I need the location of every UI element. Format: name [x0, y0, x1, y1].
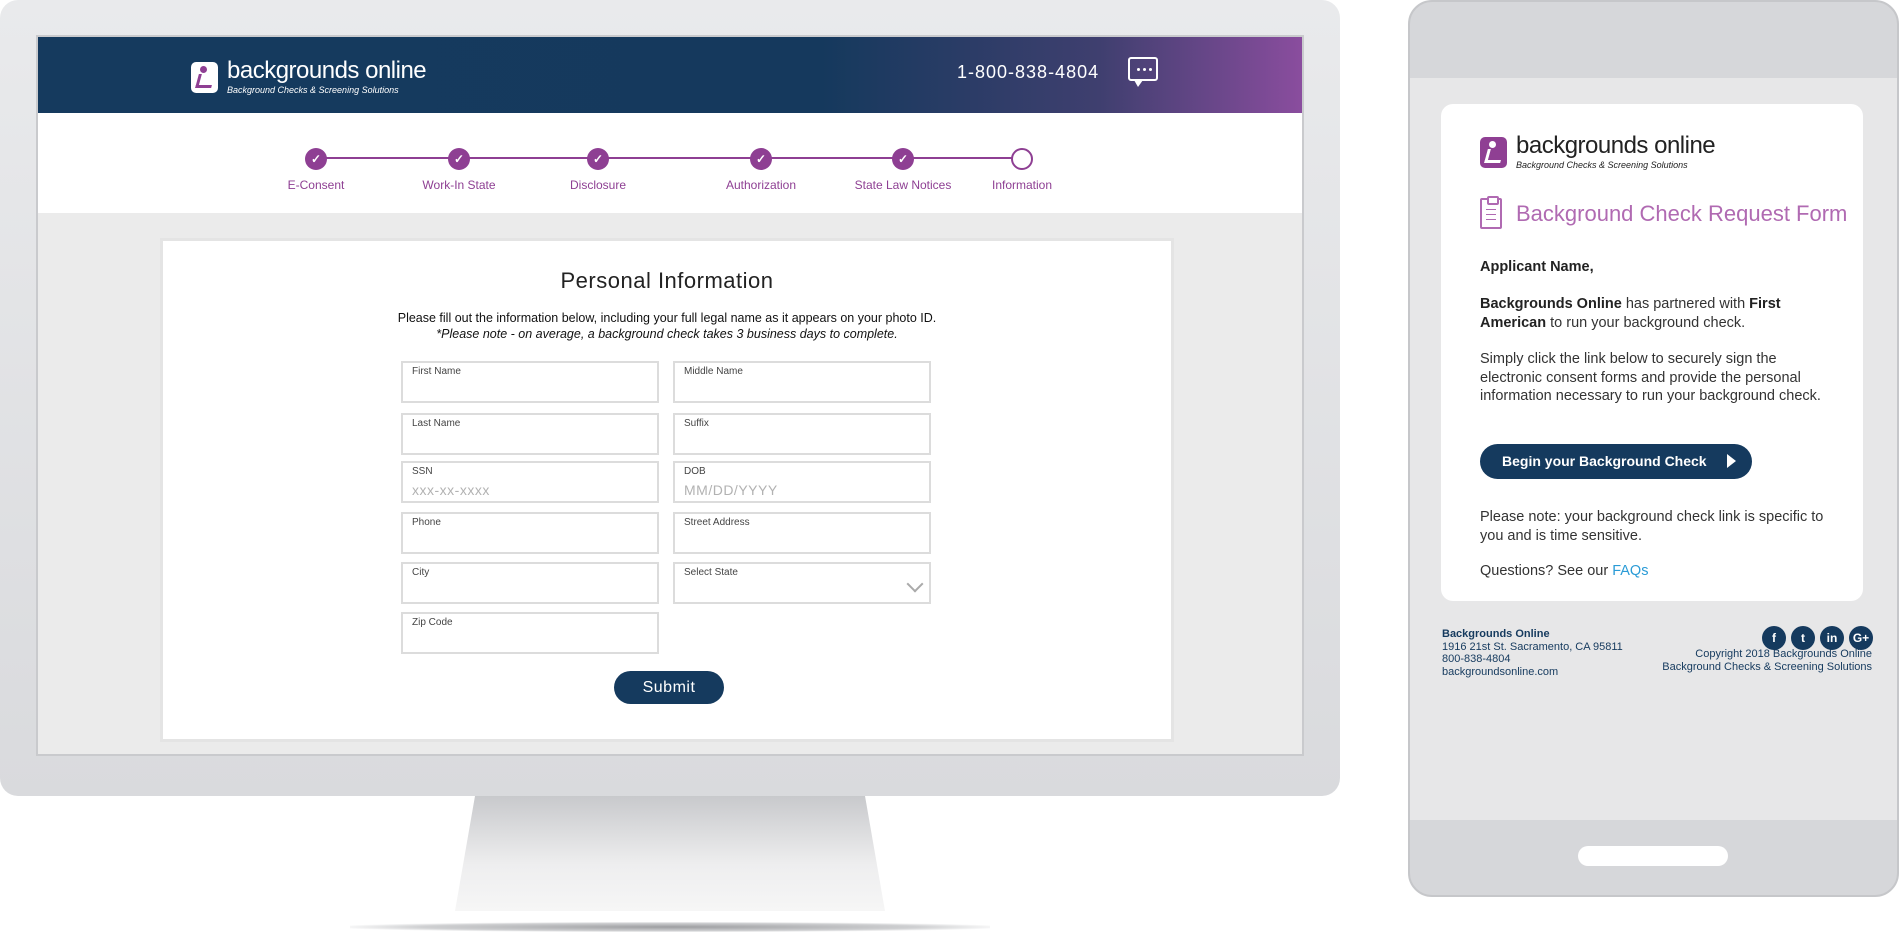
begin-background-check-button[interactable]: Begin your Background Check — [1480, 444, 1752, 479]
field-label: City — [412, 567, 430, 578]
city-field[interactable]: City — [401, 562, 659, 604]
zip-code-field[interactable]: Zip Code — [401, 612, 659, 654]
chevron-down-icon — [906, 575, 924, 593]
questions-line: Questions? See our FAQs — [1480, 563, 1649, 579]
site-header: backgrounds online Background Checks & S… — [38, 37, 1302, 113]
email-brand-logo: backgrounds online Background Checks & S… — [1480, 132, 1716, 170]
brand-name: backgrounds online — [227, 57, 427, 84]
brand-tagline: Background Checks & Screening Solutions — [227, 85, 399, 95]
step-label: Work-In State — [422, 178, 496, 192]
logo-icon — [191, 61, 218, 93]
step-e-consent[interactable]: ✓ E-Consent — [246, 148, 386, 192]
footer-website[interactable]: backgroundsonline.com — [1442, 666, 1623, 679]
form-title: Personal Information — [560, 268, 774, 293]
field-label: Suffix — [684, 418, 709, 429]
checkmark-icon: ✓ — [305, 148, 327, 170]
state-select[interactable]: Select State — [673, 562, 931, 604]
twitter-icon[interactable]: t — [1791, 626, 1815, 650]
current-step-circle-icon — [1011, 148, 1033, 170]
footer-address: 1916 21st St. Sacramento, CA 95811 — [1442, 640, 1623, 653]
middle-name-field[interactable]: Middle Name — [673, 361, 931, 403]
clipboard-icon — [1480, 196, 1502, 229]
dob-field[interactable]: DOB MM/DD/YYYY — [673, 461, 931, 503]
email-card: backgrounds online Background Checks & S… — [1441, 104, 1863, 601]
monitor-stand — [455, 796, 885, 911]
mockup-stage: backgrounds online Background Checks & S… — [0, 0, 1899, 933]
linkedin-icon[interactable]: in — [1820, 626, 1844, 650]
brand-tagline: Background Checks & Screening Solutions — [1516, 160, 1688, 170]
logo-icon — [1480, 136, 1507, 168]
mobile-screen: backgrounds online Background Checks & S… — [1410, 78, 1897, 820]
field-label: Last Name — [412, 418, 461, 429]
brand-logo[interactable]: backgrounds online Background Checks & S… — [191, 57, 427, 95]
step-label: Information — [991, 178, 1053, 192]
google-plus-icon[interactable]: G+ — [1849, 626, 1873, 650]
field-label: Zip Code — [412, 617, 453, 628]
checkmark-icon: ✓ — [892, 148, 914, 170]
personal-information-form: Personal Information Please fill out the… — [160, 238, 1174, 742]
time-sensitive-note: Please note: your background check link … — [1480, 509, 1824, 544]
checkmark-icon: ✓ — [587, 148, 609, 170]
footer-copyright: Copyright 2018 Backgrounds Online Backgr… — [1662, 648, 1872, 673]
last-name-field[interactable]: Last Name — [401, 413, 659, 455]
field-label: Street Address — [684, 517, 750, 528]
greeting: Applicant Name, — [1480, 259, 1594, 275]
instruction-note: *Please note - on average, a background … — [436, 327, 898, 341]
copyright-text: Copyright 2018 Backgrounds Online — [1695, 648, 1872, 660]
footer-tagline: Background Checks & Screening Solutions — [1662, 660, 1872, 673]
step-information[interactable]: Information — [952, 148, 1092, 192]
progress-stepper: ✓ E-Consent ✓ Work-In State ✓ Disclosure… — [38, 113, 1302, 213]
step-label: Disclosure — [569, 178, 626, 192]
street-address-field[interactable]: Street Address — [673, 512, 931, 554]
partner-paragraph: Backgrounds Online has partnered with Fi… — [1480, 296, 1781, 331]
suffix-field[interactable]: Suffix — [673, 413, 931, 455]
monitor-base — [350, 922, 990, 932]
instruction-text: Please fill out the information below, i… — [397, 311, 937, 325]
phone-field[interactable]: Phone — [401, 512, 659, 554]
partner-name: Backgrounds Online — [1480, 296, 1622, 312]
field-placeholder: MM/DD/YYYY — [684, 482, 778, 498]
instruction-paragraph: Simply click the link below to securely … — [1480, 351, 1821, 404]
first-name-field[interactable]: First Name — [401, 361, 659, 403]
field-label: DOB — [684, 466, 706, 477]
submit-button[interactable]: Submit — [614, 671, 724, 704]
field-label: Phone — [412, 517, 441, 528]
form-instructions: Please fill out the information below, i… — [163, 310, 1171, 342]
step-label: Authorization — [725, 178, 797, 192]
step-authorization[interactable]: ✓ Authorization — [691, 148, 831, 192]
footer-company: Backgrounds Online — [1442, 628, 1550, 640]
facebook-icon[interactable]: f — [1762, 626, 1786, 650]
chat-bubble-icon[interactable] — [1128, 57, 1158, 87]
brand-name: backgrounds online — [1516, 132, 1716, 159]
checkmark-icon: ✓ — [750, 148, 772, 170]
button-label: Begin your Background Check — [1502, 453, 1707, 469]
ssn-field[interactable]: SSN xxx-xx-xxxx — [401, 461, 659, 503]
field-label: Select State — [684, 567, 738, 578]
footer-contact: Backgrounds Online 1916 21st St. Sacrame… — [1442, 628, 1623, 678]
desktop-screen: backgrounds online Background Checks & S… — [36, 35, 1304, 756]
social-links: f t in G+ — [1762, 626, 1873, 650]
field-placeholder: xxx-xx-xxxx — [412, 482, 490, 498]
step-disclosure[interactable]: ✓ Disclosure — [528, 148, 668, 192]
email-heading-title: Background Check Request Form — [1516, 200, 1848, 226]
field-label: SSN — [412, 466, 433, 477]
footer-phone[interactable]: 800-838-4804 — [1442, 653, 1623, 666]
faq-link[interactable]: FAQs — [1612, 563, 1648, 579]
play-arrow-icon — [1727, 454, 1736, 468]
field-label: Middle Name — [684, 366, 743, 377]
checkmark-icon: ✓ — [448, 148, 470, 170]
field-label: First Name — [412, 366, 461, 377]
step-work-in-state[interactable]: ✓ Work-In State — [389, 148, 529, 192]
header-phone-number[interactable]: 1-800-838-4804 — [957, 62, 1099, 83]
email-heading: Background Check Request Form — [1480, 196, 1848, 229]
home-indicator — [1578, 846, 1728, 866]
step-label: E-Consent — [287, 178, 345, 192]
